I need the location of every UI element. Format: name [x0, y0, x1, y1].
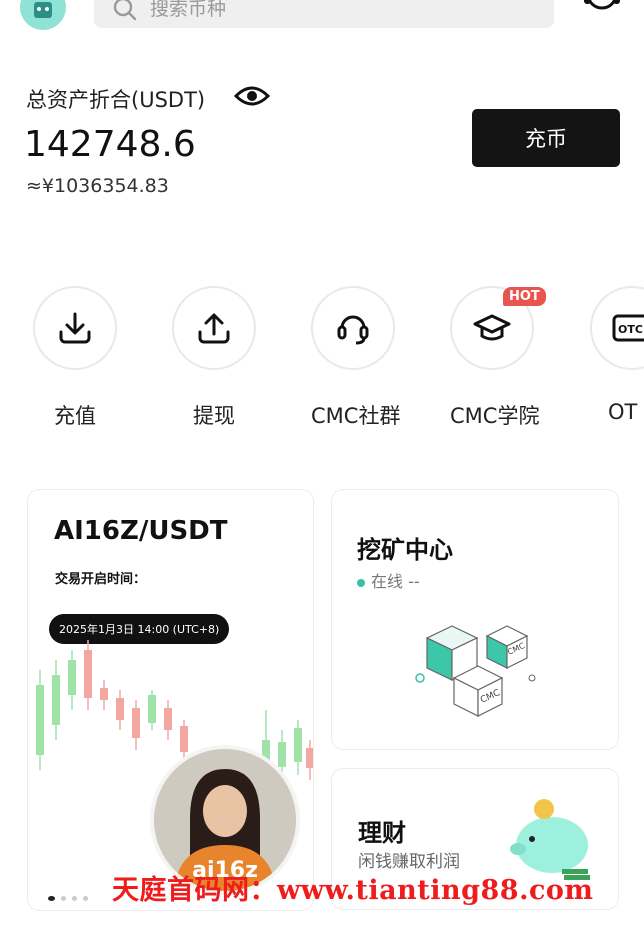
- total-assets-label: 总资产折合(USDT): [26, 88, 206, 112]
- quick-action-withdraw[interactable]: 提现: [172, 286, 256, 430]
- search-input[interactable]: 搜索币种: [150, 0, 226, 20]
- carousel-dots[interactable]: [48, 886, 94, 905]
- finance-title: 理财: [358, 819, 406, 847]
- online-dot-icon: [357, 578, 365, 587]
- watermark-text: 天庭首码网：www.tianting88.com: [112, 875, 594, 906]
- total-assets-cny: ≈¥1036354.83: [26, 175, 169, 197]
- quick-action-label: 充值: [54, 404, 96, 428]
- quick-action-label: 提现: [193, 404, 235, 428]
- mining-status: 在线 --: [357, 568, 420, 592]
- mining-center-card[interactable]: 挖矿中心 在线 -- CMC CMC: [331, 489, 619, 750]
- otc-icon: OTC: [590, 286, 644, 370]
- eye-icon[interactable]: [234, 82, 270, 110]
- upload-icon: [172, 286, 256, 370]
- carousel-dot[interactable]: [83, 896, 88, 901]
- user-avatar[interactable]: [20, 0, 66, 30]
- search-bar[interactable]: 搜索币种: [94, 0, 554, 28]
- download-icon: [33, 286, 117, 370]
- cubes-illustration-icon: CMC CMC: [415, 625, 536, 717]
- hot-badge: HOT: [503, 287, 546, 306]
- headset-icon: [311, 286, 395, 370]
- headset-icon[interactable]: [582, 0, 622, 18]
- carousel-dot[interactable]: [61, 896, 66, 901]
- mining-status-text: 在线 --: [371, 572, 420, 591]
- quick-action-label: OT: [608, 400, 638, 424]
- promo-subtitle: 交易开启时间：: [55, 572, 147, 587]
- deposit-button[interactable]: 充币: [472, 109, 620, 167]
- quick-action-recharge[interactable]: 充值: [33, 286, 117, 430]
- quick-action-otc[interactable]: OTC OT: [590, 286, 644, 424]
- quick-action-label: CMC学院: [450, 404, 540, 428]
- promo-title: AI16Z/USDT: [54, 516, 228, 546]
- quick-action-community[interactable]: CMC社群: [311, 286, 401, 430]
- mining-title: 挖矿中心: [357, 536, 453, 564]
- carousel-dot[interactable]: [72, 896, 77, 901]
- quick-action-label: CMC社群: [311, 404, 401, 428]
- search-icon: [113, 0, 137, 21]
- robot-icon: [34, 2, 52, 18]
- total-assets-value: 142748.6: [24, 124, 196, 165]
- quick-action-academy[interactable]: CMC学院: [450, 286, 540, 430]
- svg-text:OTC: OTC: [618, 323, 643, 336]
- carousel-dot[interactable]: [48, 896, 55, 901]
